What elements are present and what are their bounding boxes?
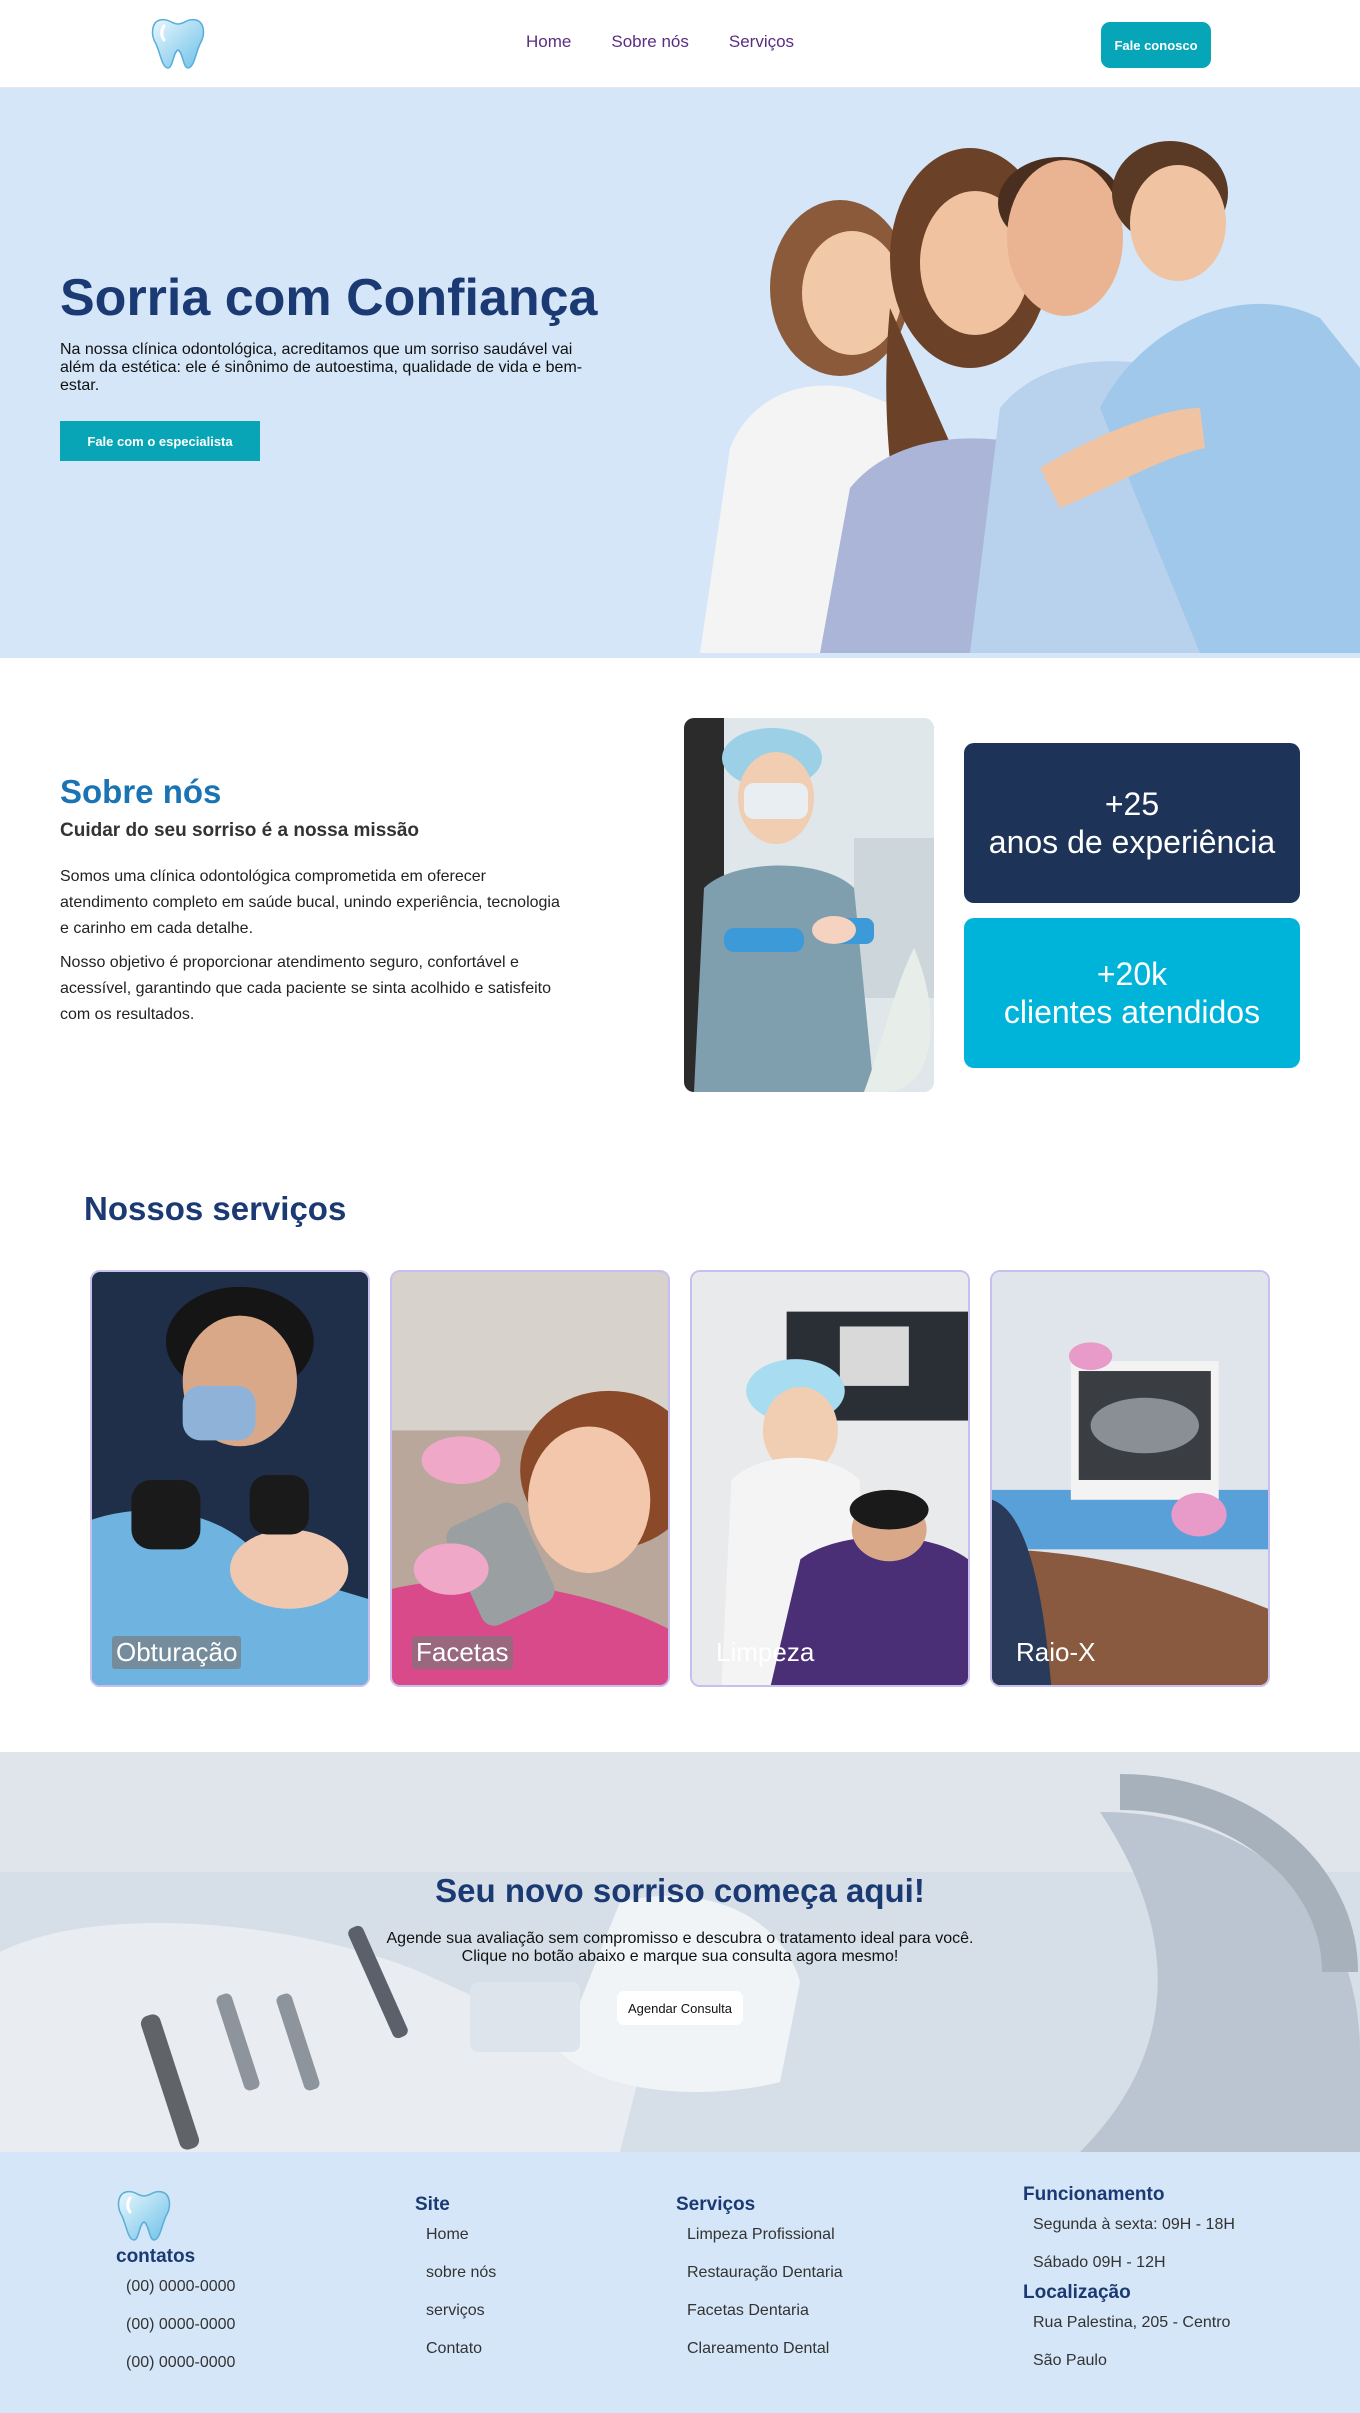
footer-hours-item: Segunda à sexta: 09H - 18H [1033, 2216, 1235, 2233]
footer-services-heading: Serviços [676, 2194, 756, 2215]
tooth-icon[interactable] [146, 12, 210, 72]
stat-clients: +20k clientes atendidos [964, 918, 1300, 1068]
footer-link-home[interactable]: Home [426, 2226, 469, 2244]
hero-title: Sorria com Confiança [60, 269, 598, 327]
stat-value: +25 [1104, 786, 1160, 822]
service-card-facetas[interactable]: Facetas [390, 1270, 670, 1687]
footer-service-link[interactable]: Clareamento Dental [687, 2340, 829, 2358]
hero-text: Na nossa clínica odontológica, acreditam… [60, 341, 583, 394]
obturacao-photo [92, 1272, 368, 1685]
service-card-limpeza[interactable]: Limpeza [690, 1270, 970, 1687]
cta-title: Seu novo sorriso começa aqui! [435, 1872, 925, 1909]
dentist-photo [684, 718, 934, 1092]
schedule-button[interactable]: Agendar Consulta [617, 1991, 743, 2025]
service-label: Raio-X [1016, 1637, 1096, 1667]
footer-contacts-heading: contatos [116, 2246, 196, 2267]
footer-phone: (00) 0000-0000 [126, 2354, 236, 2371]
stat-experience: +25 anos de experiência [964, 743, 1300, 903]
stat-label: anos de experiência [988, 824, 1276, 860]
footer-phone: (00) 0000-0000 [126, 2316, 236, 2333]
footer-location-heading: Localização [1023, 2282, 1131, 2303]
page: Home Sobre nós Serviços Fale conosco Sor… [0, 0, 1360, 2413]
service-card-raio-x[interactable]: Raio-X [990, 1270, 1270, 1687]
main-nav: Home Sobre nós Serviços [526, 32, 794, 52]
specialist-button[interactable]: Fale com o especialista [60, 421, 260, 461]
footer-link-servicos[interactable]: serviços [426, 2302, 485, 2320]
stat-value: +20k [1096, 956, 1168, 992]
footer-link-contato[interactable]: Contato [426, 2340, 482, 2358]
cta-text: Clique no botão abaixo e marque sua cons… [461, 1948, 899, 1965]
about-title: Sobre nós [60, 773, 222, 810]
footer-service-link[interactable]: Limpeza Profissional [687, 2226, 835, 2244]
family-photo [700, 141, 1360, 653]
about-subtitle: Cuidar do seu sorriso é a nossa missão [60, 820, 420, 841]
cta-section: Seu novo sorriso começa aqui! Agende sua… [0, 1752, 1360, 2152]
nav-sobre-nos[interactable]: Sobre nós [611, 32, 689, 52]
footer-service-link[interactable]: Restauração Dentaria [687, 2264, 843, 2282]
nav-home[interactable]: Home [526, 32, 571, 52]
raio-x-photo [992, 1272, 1268, 1685]
about-paragraph: Somos uma clínica odontológica compromet… [60, 868, 560, 937]
hero-section: Sorria com Confiança Na nossa clínica od… [0, 88, 1360, 658]
site-header: Home Sobre nós Serviços Fale conosco [0, 0, 1360, 88]
service-label: Obturação [112, 1636, 242, 1669]
footer-service-link[interactable]: Facetas Dentaria [687, 2302, 809, 2320]
service-label: Limpeza [716, 1637, 815, 1667]
about-paragraph: Nosso objetivo é proporcionar atendiment… [60, 954, 551, 1023]
contact-button[interactable]: Fale conosco [1101, 22, 1211, 68]
footer-site-heading: Site [415, 2194, 450, 2215]
services-title: Nossos serviços [84, 1190, 347, 1227]
service-label: Facetas [412, 1636, 513, 1669]
site-footer: contatos (00) 0000-0000 (00) 0000-0000 (… [0, 2152, 1360, 2413]
footer-city: São Paulo [1033, 2352, 1107, 2369]
stat-label: clientes atendidos [1003, 994, 1261, 1030]
tooth-icon [117, 2190, 171, 2241]
footer-hours-heading: Funcionamento [1023, 2184, 1165, 2205]
service-card-obturacao[interactable]: Obturação [90, 1270, 370, 1687]
footer-hours-item: Sábado 09H - 12H [1033, 2254, 1166, 2271]
facetas-photo [392, 1272, 668, 1685]
cta-text: Agende sua avaliação sem compromisso e d… [386, 1930, 974, 1947]
limpeza-photo [692, 1272, 968, 1685]
footer-phone: (00) 0000-0000 [126, 2278, 236, 2295]
footer-address: Rua Palestina, 205 - Centro [1033, 2314, 1231, 2331]
nav-servicos[interactable]: Serviços [729, 32, 794, 52]
footer-link-sobre-nos[interactable]: sobre nós [426, 2264, 496, 2282]
